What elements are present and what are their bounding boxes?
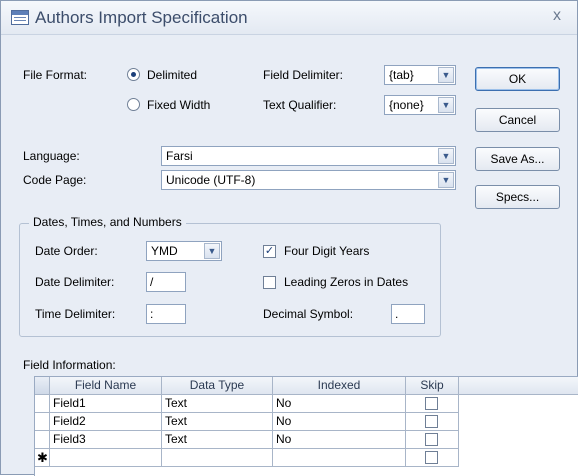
leading-zeros-checkbox[interactable] bbox=[263, 276, 276, 289]
data-type-cell[interactable] bbox=[162, 449, 273, 467]
time-delimiter-label: Time Delimiter: bbox=[35, 307, 116, 321]
text-qualifier-select[interactable]: {none} ▼ bbox=[384, 95, 456, 115]
field-information-label: Field Information: bbox=[23, 358, 116, 372]
import-spec-dialog: Authors Import Specification x File Form… bbox=[0, 0, 578, 476]
chevron-down-icon[interactable]: ▼ bbox=[438, 67, 454, 83]
data-type-cell[interactable]: Text bbox=[162, 413, 273, 431]
code-page-value: Unicode (UTF-8) bbox=[166, 173, 256, 187]
date-order-value: YMD bbox=[151, 244, 178, 258]
leading-zeros-label[interactable]: Leading Zeros in Dates bbox=[284, 275, 408, 289]
column-header[interactable]: Data Type bbox=[162, 377, 273, 395]
chevron-down-icon[interactable]: ▼ bbox=[438, 97, 454, 113]
skip-cell bbox=[406, 395, 459, 413]
field-name-cell[interactable]: Field3 bbox=[50, 431, 162, 449]
skip-cell bbox=[406, 449, 459, 467]
skip-checkbox[interactable] bbox=[425, 397, 438, 410]
column-header[interactable]: Indexed bbox=[273, 377, 406, 395]
decimal-symbol-input[interactable]: . bbox=[391, 304, 425, 324]
header-filler bbox=[459, 377, 578, 395]
decimal-symbol-label: Decimal Symbol: bbox=[263, 307, 354, 321]
close-icon[interactable]: x bbox=[547, 7, 567, 25]
date-order-select[interactable]: YMD ▼ bbox=[146, 241, 222, 261]
field-delimiter-label: Field Delimiter: bbox=[263, 68, 344, 82]
field-name-cell[interactable] bbox=[50, 449, 162, 467]
date-order-label: Date Order: bbox=[35, 244, 98, 258]
field-delimiter-value: {tab} bbox=[389, 68, 414, 82]
time-delimiter-input[interactable]: : bbox=[146, 304, 186, 324]
chevron-down-icon[interactable]: ▼ bbox=[438, 148, 454, 164]
column-header[interactable]: Field Name bbox=[50, 377, 162, 395]
row-selector[interactable] bbox=[35, 431, 50, 449]
form-icon bbox=[11, 10, 29, 25]
skip-cell bbox=[406, 413, 459, 431]
language-value: Farsi bbox=[166, 149, 193, 163]
new-record-icon[interactable]: ✱ bbox=[35, 449, 50, 467]
fixed-width-radio[interactable] bbox=[127, 98, 140, 111]
specs-button[interactable]: Specs... bbox=[475, 185, 560, 209]
indexed-cell[interactable] bbox=[273, 449, 406, 467]
save-as-button[interactable]: Save As... bbox=[475, 147, 560, 171]
field-delimiter-select[interactable]: {tab} ▼ bbox=[384, 65, 456, 85]
text-qualifier-value: {none} bbox=[389, 98, 424, 112]
select-all-corner[interactable] bbox=[35, 377, 50, 395]
chevron-down-icon[interactable]: ▼ bbox=[204, 243, 220, 259]
four-digit-years-label[interactable]: Four Digit Years bbox=[284, 244, 369, 258]
language-select[interactable]: Farsi ▼ bbox=[161, 146, 456, 166]
text-qualifier-label: Text Qualifier: bbox=[263, 98, 337, 112]
skip-checkbox[interactable] bbox=[425, 433, 438, 446]
field-name-cell[interactable]: Field2 bbox=[50, 413, 162, 431]
fixed-width-label[interactable]: Fixed Width bbox=[147, 98, 210, 112]
code-page-select[interactable]: Unicode (UTF-8) ▼ bbox=[161, 170, 456, 190]
date-delimiter-input[interactable]: / bbox=[146, 272, 186, 292]
language-label: Language: bbox=[23, 149, 80, 163]
skip-checkbox[interactable] bbox=[425, 451, 438, 464]
date-delimiter-label: Date Delimiter: bbox=[35, 275, 115, 289]
indexed-cell[interactable]: No bbox=[273, 395, 406, 413]
group-title: Dates, Times, and Numbers bbox=[29, 215, 186, 229]
delimited-radio[interactable] bbox=[127, 68, 140, 81]
field-name-cell[interactable]: Field1 bbox=[50, 395, 162, 413]
file-format-label: File Format: bbox=[23, 68, 88, 82]
column-header[interactable]: Skip bbox=[406, 377, 459, 395]
data-type-cell[interactable]: Text bbox=[162, 395, 273, 413]
cancel-button[interactable]: Cancel bbox=[475, 108, 560, 132]
four-digit-years-checkbox[interactable]: ✓ bbox=[263, 245, 276, 258]
field-information-grid: Field Name Data Type Indexed Skip Field1… bbox=[34, 376, 578, 476]
code-page-label: Code Page: bbox=[23, 173, 87, 187]
ok-button[interactable]: OK bbox=[475, 67, 560, 91]
row-selector[interactable] bbox=[35, 395, 50, 413]
chevron-down-icon[interactable]: ▼ bbox=[438, 172, 454, 188]
delimited-label[interactable]: Delimited bbox=[147, 68, 197, 82]
indexed-cell[interactable]: No bbox=[273, 431, 406, 449]
skip-cell bbox=[406, 431, 459, 449]
skip-checkbox[interactable] bbox=[425, 415, 438, 428]
data-type-cell[interactable]: Text bbox=[162, 431, 273, 449]
indexed-cell[interactable]: No bbox=[273, 413, 406, 431]
row-selector[interactable] bbox=[35, 413, 50, 431]
dialog-title: Authors Import Specification bbox=[35, 8, 248, 27]
title-bar: Authors Import Specification x bbox=[1, 1, 577, 35]
